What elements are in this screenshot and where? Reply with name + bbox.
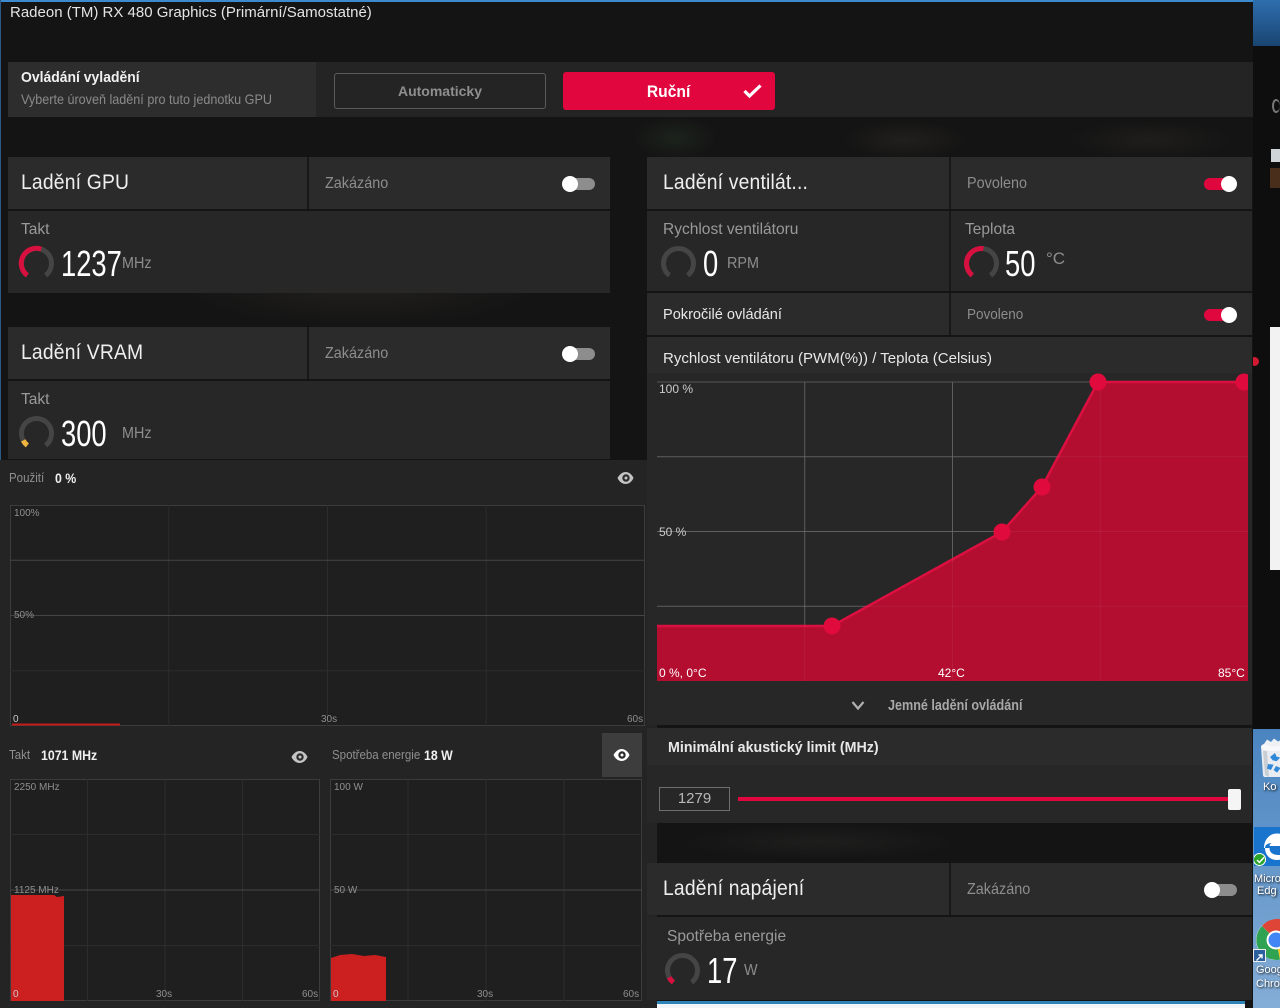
svg-text:30s: 30s xyxy=(321,714,337,725)
svg-text:2250 MHz: 2250 MHz xyxy=(14,782,60,793)
svg-text:60s: 60s xyxy=(623,989,639,1000)
svg-text:100 W: 100 W xyxy=(334,782,363,793)
svg-text:50%: 50% xyxy=(14,610,34,621)
svg-text:50 W: 50 W xyxy=(334,885,358,896)
svg-text:85°C: 85°C xyxy=(1218,666,1245,680)
svg-text:50 %: 50 % xyxy=(659,525,687,539)
svg-text:0: 0 xyxy=(13,714,19,725)
svg-text:60s: 60s xyxy=(627,714,643,725)
svg-text:100%: 100% xyxy=(14,508,40,519)
svg-text:30s: 30s xyxy=(477,989,493,1000)
svg-text:0: 0 xyxy=(13,989,19,1000)
svg-text:0 %, 0°C: 0 %, 0°C xyxy=(659,666,707,680)
svg-text:42°C: 42°C xyxy=(938,666,965,680)
svg-text:100 %: 100 % xyxy=(659,382,693,396)
svg-text:0: 0 xyxy=(333,989,339,1000)
svg-text:1125 MHz: 1125 MHz xyxy=(14,885,59,896)
svg-text:30s: 30s xyxy=(156,989,172,1000)
svg-text:60s: 60s xyxy=(302,989,318,1000)
